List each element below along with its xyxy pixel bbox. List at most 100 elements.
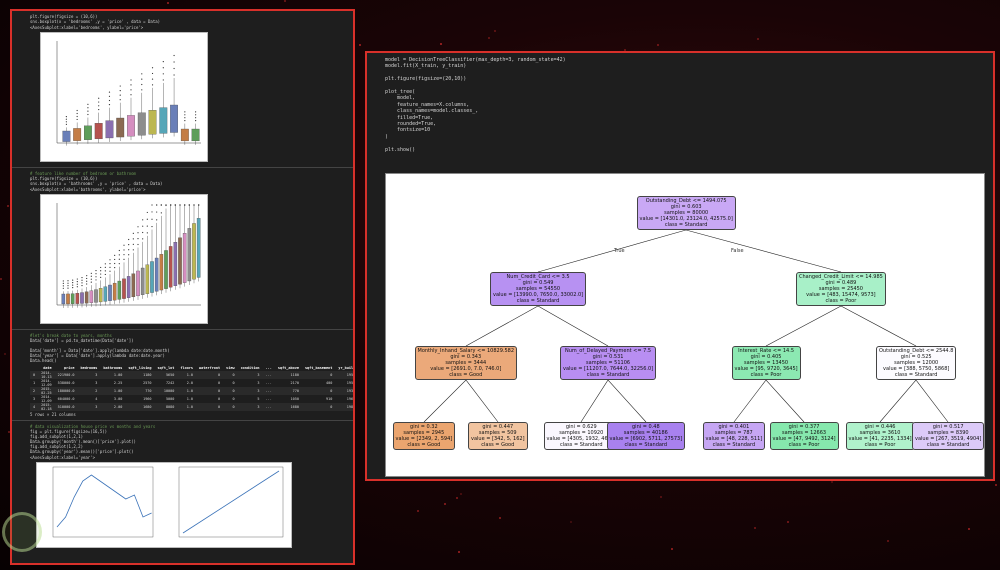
tree-node: Outstanding_Debt <= 1494.075 gini = 0.603… (636, 196, 736, 230)
star-dot (994, 483, 997, 486)
outlier-point (195, 114, 197, 116)
tree-node: gini = 0.48 samples = 40186 value = [6902,… (606, 422, 686, 450)
outlier-point (76, 278, 78, 280)
star-dot (167, 1, 170, 4)
outlier-point (109, 259, 111, 261)
table-cell: 1.00 (100, 371, 126, 379)
outlier-point (179, 204, 181, 206)
table-cell: 0 (30, 371, 39, 379)
outlier-point (142, 219, 144, 221)
outlier-point (184, 204, 186, 206)
table-row: 0 2014-10-13 221900.0 3 1.00 1180 5650 1.0 0 0 3..… (30, 371, 353, 379)
outlier-point (67, 280, 69, 282)
outlier-point (95, 276, 97, 278)
right-notebook-panel[interactable]: model = DecisionTreeClassifier(max_depth… (365, 51, 995, 481)
boxplot-box (117, 280, 122, 300)
star-dot (570, 520, 573, 523)
table-cell: ... (262, 387, 275, 395)
outlier-point (108, 95, 111, 97)
notebook-cell-date-split[interactable]: #let's break date to years, months Data['… (12, 330, 353, 421)
outlier-point (86, 277, 88, 280)
outlier-point (67, 285, 69, 287)
outlier-point (188, 204, 190, 206)
star-dot (757, 38, 760, 40)
boxplot-box (98, 288, 103, 303)
tree-node-line: class = Poor (864, 442, 896, 448)
table-cell: 2 (30, 387, 39, 395)
tree-node-line: class = Good (407, 442, 441, 448)
table-cell: 1680 (125, 403, 155, 411)
outlier-point (67, 287, 69, 289)
outlier-point (81, 276, 83, 279)
table-cell: 5650 (154, 371, 178, 379)
edge-label-true: True (614, 248, 625, 254)
boxplot-box (73, 128, 82, 141)
outlier-point (162, 79, 164, 81)
table-cell: ... (265, 397, 272, 401)
outlier-point (72, 279, 74, 281)
table-cell: 3 (33, 397, 36, 401)
outlier-point (76, 115, 78, 118)
star-dot (494, 29, 497, 32)
boxplot-box (112, 282, 117, 301)
outlier-point (76, 112, 78, 115)
boxplot-box (173, 242, 178, 286)
outlier-point (123, 249, 125, 251)
left-notebook-panel[interactable]: plt.figure(figsize = (10,6)) sns.boxplot(… (10, 9, 355, 565)
table-cell: 400 (326, 381, 333, 385)
year-price-line (182, 470, 280, 534)
outlier-point (162, 61, 164, 63)
outlier-point (170, 204, 172, 206)
table-cell: 5000 (165, 397, 175, 401)
outlier-point (160, 204, 162, 206)
table-cell: 510000.0 (54, 403, 78, 411)
outlier-point (128, 243, 130, 246)
tree-edge (765, 305, 842, 347)
notebook-cell-month-year-plot[interactable]: # data visualization house price vs mont… (12, 421, 353, 553)
star-dot (3, 353, 6, 356)
outlier-point (173, 67, 175, 70)
outlier-point (76, 281, 78, 283)
table-cell: 0 (223, 403, 238, 411)
star-dot (456, 497, 459, 500)
outlier-point (119, 85, 121, 87)
table-cell: 0 (232, 397, 235, 401)
outlier-point (65, 121, 67, 123)
outlier-point (173, 54, 175, 57)
boxplot-box (191, 128, 200, 142)
notebook-cell-bathrooms-boxplot[interactable]: # feature like number of bedroom or bath… (12, 168, 353, 330)
outlier-point (108, 104, 111, 106)
outlier-point (128, 254, 130, 256)
boxplot-box (126, 276, 131, 298)
boxplot-box (75, 293, 80, 304)
table-cell: 1951 (346, 381, 355, 385)
boxplot-box (62, 130, 71, 142)
boxplot-box (187, 228, 192, 282)
table-cell: 770 (125, 387, 155, 395)
outlier-point (151, 218, 153, 220)
table-row: 2 2015-02-25 180000.0 2 1.00 770 10000 1.0 0 0 3..… (30, 387, 353, 395)
boxplot-box (136, 270, 140, 297)
table-row: 4 2015-02-18 510000.0 3 2.00 1680 8080 1.0 0 0 3..… (30, 403, 353, 411)
code-cell-decision-tree[interactable]: model = DecisionTreeClassifier(max_depth… (367, 53, 993, 155)
outlier-point (87, 110, 89, 112)
outlier-point (160, 212, 162, 214)
table-cell: 0 (223, 387, 238, 395)
outlier-point (142, 231, 144, 234)
table-cell: 2015-02-25 (38, 387, 55, 395)
cell-output-text: <AxesSubplot:xlabel='bathrooms', ylabel=… (30, 187, 146, 192)
code-line: Data.groupby('year').mean()['price'].plo… (30, 449, 134, 454)
notebook-cell-bedrooms-boxplot[interactable]: plt.figure(figsize = (10,6)) sns.boxplot(… (12, 11, 353, 168)
outlier-point (95, 273, 97, 275)
table-cell: 4 (95, 397, 98, 401)
tree-node-line: class = Poor (750, 372, 782, 378)
outlier-point (184, 114, 186, 116)
outlier-point (118, 263, 120, 265)
tree-edge (537, 229, 687, 273)
channel-logo-icon (2, 512, 42, 552)
table-cell: 1180 (125, 371, 155, 379)
table-cell: 0 (196, 371, 224, 379)
tree-node: gini = 0.377 samples = 12663 value = [47, … (769, 422, 839, 450)
star-dot (498, 516, 501, 519)
tree-edge (879, 379, 917, 423)
